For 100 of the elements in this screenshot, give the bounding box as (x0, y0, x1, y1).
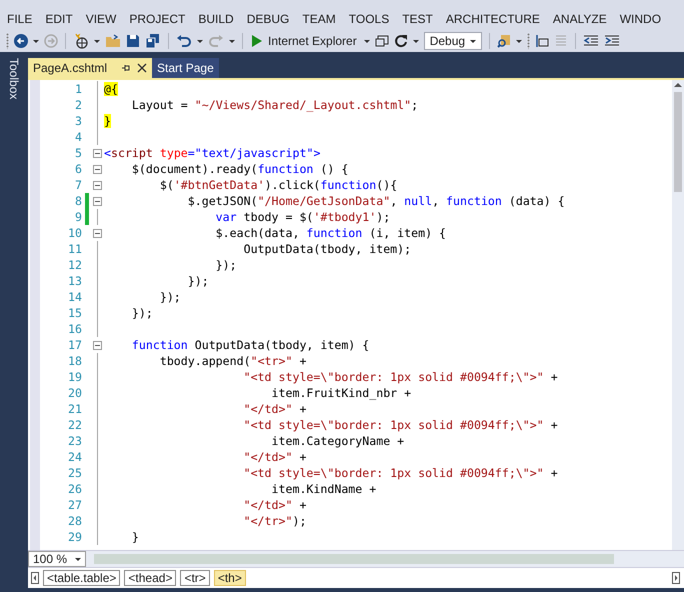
code-line: item.KindName + (270, 482, 376, 496)
scroll-up-icon[interactable] (672, 80, 684, 90)
document-tab[interactable]: PageA.cshtml (28, 58, 152, 78)
code-line: $.each(data, function (i, item) { (214, 226, 446, 240)
caret-icon[interactable] (33, 40, 39, 42)
list-icon (554, 34, 568, 48)
line-number: 19 (67, 370, 82, 384)
outdent-icon[interactable] (582, 35, 599, 47)
menu-item[interactable]: TEAM (302, 12, 336, 26)
line-number: 10 (67, 226, 82, 240)
code-line: tbody.append("<tr>" + (158, 354, 306, 368)
undo-icon[interactable] (176, 34, 192, 48)
line-number: 22 (67, 418, 82, 432)
collapse-icon[interactable] (93, 196, 102, 206)
line-number: 14 (67, 290, 82, 304)
save-icon[interactable] (126, 34, 140, 48)
caret-icon (75, 558, 81, 560)
line-number: 4 (74, 130, 82, 144)
line-number: 20 (67, 386, 82, 400)
code-line: $(document).ready(function () { (130, 162, 348, 176)
breadcrumb-item[interactable]: <th> (214, 570, 246, 586)
line-number: 26 (67, 482, 82, 496)
line-number: 24 (67, 450, 82, 464)
code-line: var tbody = $('#tbody1'); (214, 210, 390, 224)
globe-icon[interactable] (73, 33, 89, 49)
refresh-icon[interactable] (394, 34, 408, 48)
menu-item[interactable]: ANALYZE (552, 12, 607, 26)
code-line: $.getJSON("/Home/GetJsonData", null, function (data) { (186, 194, 565, 208)
close-icon[interactable] (137, 63, 148, 73)
caret-icon[interactable] (412, 40, 419, 42)
line-number: 27 (67, 498, 82, 512)
line-number: 17 (67, 338, 82, 352)
caret-icon[interactable] (364, 40, 370, 42)
collapse-icon[interactable] (93, 228, 102, 238)
collapse-icon[interactable] (93, 164, 102, 174)
line-number: 25 (67, 466, 82, 480)
caret-icon[interactable] (516, 40, 522, 42)
menu-item[interactable]: FILE (7, 12, 32, 26)
line-number: 18 (67, 354, 82, 368)
pin-icon[interactable] (121, 63, 132, 73)
line-number: 21 (67, 402, 82, 416)
zoom-dropdown[interactable]: 100 % (28, 551, 86, 567)
line-number: 15 (67, 306, 82, 320)
code-line: }); (214, 258, 237, 272)
breadcrumb-item[interactable]: <table.table> (43, 570, 120, 586)
menu-item[interactable]: TEST (402, 12, 433, 26)
redo-icon (208, 34, 224, 48)
scroll-left-icon[interactable] (31, 572, 39, 584)
caret-icon (470, 40, 476, 42)
menu-item[interactable]: TOOLS (348, 12, 390, 26)
collapse-icon[interactable] (93, 148, 102, 158)
code-line: "</tr>"); (242, 514, 306, 528)
menu-item[interactable]: DEBUG (246, 12, 290, 26)
breadcrumb-item[interactable]: <tr> (180, 570, 210, 586)
menu-item[interactable]: VIEW (86, 12, 116, 26)
document-tab[interactable]: Start Page (152, 58, 219, 78)
scroll-right-icon[interactable] (672, 572, 680, 584)
line-number: 16 (67, 322, 82, 336)
collapse-icon[interactable] (93, 180, 102, 190)
caret-icon[interactable] (229, 40, 235, 42)
menu-item[interactable]: EDIT (45, 12, 73, 26)
code-line: }); (186, 274, 209, 288)
caret-icon[interactable] (197, 40, 203, 42)
find-icon[interactable] (496, 34, 511, 48)
code-line: } (130, 530, 139, 544)
code-line: $('#btnGetData').click(function(){ (158, 178, 398, 192)
code-line: "</td>" + (242, 498, 306, 512)
folder-icon[interactable] (105, 34, 121, 48)
menu-item[interactable]: ARCHITECTURE (446, 12, 540, 26)
indent-lines-icon[interactable] (604, 35, 620, 47)
line-number: 8 (74, 194, 82, 208)
collapse-icon[interactable] (93, 340, 102, 350)
code-line: function OutputData(tbody, item) { (130, 338, 370, 352)
code-line: <script type="text/javascript"> (104, 146, 320, 160)
code-line: "<td style=\"border: 1px solid #0094ff;\">" + (242, 418, 558, 432)
indent-icon[interactable] (534, 34, 549, 48)
toolbox-tab[interactable]: Toolbox (8, 58, 20, 100)
code-line: }); (158, 290, 181, 304)
save-all-icon[interactable] (145, 33, 161, 49)
code-line: "<td style=\"border: 1px solid #0094ff;\">" + (242, 466, 558, 480)
code-line: "</td>" + (242, 402, 306, 416)
menu-item[interactable]: WINDO (620, 12, 662, 26)
caret-icon[interactable] (94, 40, 100, 42)
code-line: item.FruitKind_nbr + (270, 386, 412, 400)
menu-item[interactable]: PROJECT (129, 12, 186, 26)
scroll-thumb[interactable] (94, 554, 614, 564)
menu-item[interactable]: BUILD (198, 12, 234, 26)
breadcrumb-item[interactable]: <thead> (124, 570, 176, 586)
line-number: 13 (67, 274, 82, 288)
code-line: }); (130, 306, 153, 320)
browser-link-icon[interactable] (374, 35, 389, 47)
line-number: 28 (67, 514, 82, 528)
line-number: 1 (74, 82, 82, 96)
code-line: OutputData(tbody, item); (242, 242, 412, 256)
configuration-dropdown[interactable]: Debug (424, 32, 482, 50)
scroll-thumb[interactable] (674, 92, 682, 192)
run-button[interactable]: Internet Explorer (250, 34, 359, 48)
line-number: 23 (67, 434, 82, 448)
vertical-scrollbar[interactable] (672, 80, 684, 550)
line-number: 3 (74, 114, 82, 128)
